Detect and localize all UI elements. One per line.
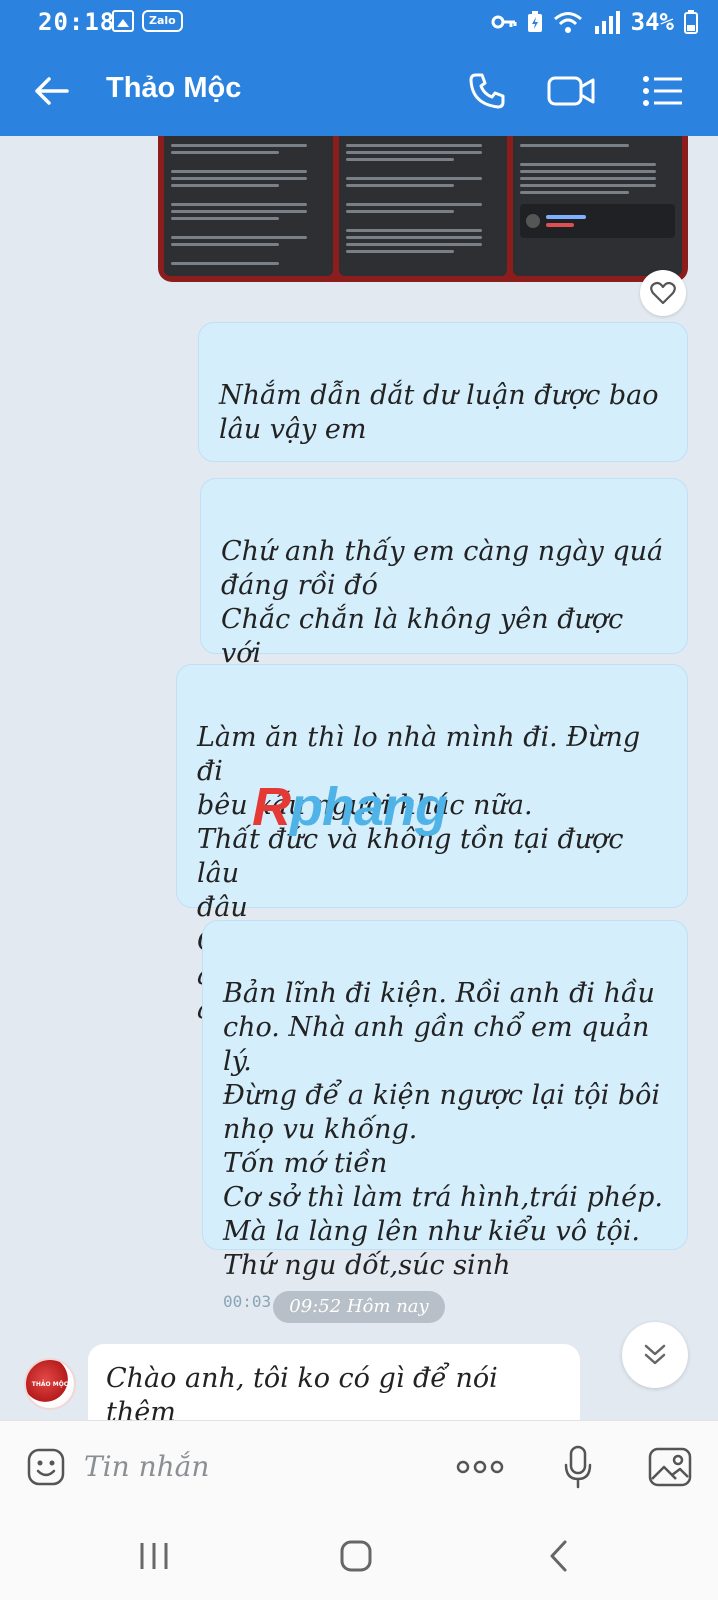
shared-screenshots[interactable] — [158, 136, 688, 282]
sticker-button[interactable] — [20, 1441, 72, 1493]
heart-icon — [650, 281, 676, 305]
double-chevron-down-icon — [644, 1344, 666, 1365]
smiley-icon — [27, 1448, 65, 1486]
system-navigation-bar — [0, 1512, 718, 1600]
message-input-bar: Tin nhắn — [0, 1420, 718, 1512]
recent-apps-icon — [140, 1543, 168, 1569]
list-menu-icon — [643, 76, 682, 106]
gallery-notification-icon — [112, 10, 134, 32]
screenshot-thumbnail[interactable] — [338, 136, 508, 276]
chat-header: Thảo Mộc — [0, 46, 718, 136]
more-dots-icon — [456, 1460, 504, 1474]
incoming-message[interactable]: Chào anh, tôi ko có gì để nói thêm — [88, 1344, 580, 1420]
screenshot-thumbnail[interactable] — [164, 136, 333, 276]
message-text: Nhắm dẫn dắt dư luận được bao lâu vậy em — [219, 380, 659, 445]
watermark-logo: Rphang — [252, 777, 448, 837]
outgoing-message[interactable]: Nhắm dẫn dắt dư luận được bao lâu vậy em — [198, 322, 688, 462]
date-divider: 09:52 Hôm nay — [273, 1291, 445, 1323]
menu-button[interactable] — [638, 66, 688, 116]
message-text: Chào anh, tôi ko có gì để nói thêm — [106, 1363, 498, 1420]
back-button[interactable] — [28, 68, 74, 114]
message-text: Bản lĩnh đi kiện. Rồi anh đi hầu cho. Nh… — [223, 978, 663, 1281]
screenshot-thumbnail[interactable] — [513, 136, 683, 276]
recent-apps-button[interactable] — [124, 1528, 184, 1584]
signal-icon — [594, 11, 620, 34]
home-icon — [340, 1540, 372, 1572]
image-icon — [648, 1447, 692, 1487]
status-time: 20:18 — [38, 8, 116, 36]
scroll-to-bottom-button[interactable] — [622, 1322, 688, 1388]
send-image-button[interactable] — [644, 1441, 696, 1493]
react-heart-button[interactable] — [640, 270, 686, 316]
message-list[interactable]: Nhắm dẫn dắt dư luận được bao lâu vậy em… — [0, 136, 718, 1420]
battery-saver-icon — [527, 11, 542, 32]
home-button[interactable] — [326, 1528, 386, 1584]
microphone-icon — [564, 1445, 592, 1489]
voice-message-button[interactable] — [552, 1441, 604, 1493]
status-bar: 20:18 Zalo 34% — [0, 0, 718, 46]
voice-call-button[interactable] — [462, 66, 512, 116]
battery-percent: 34% — [630, 8, 674, 36]
zalo-notification-icon: Zalo — [142, 10, 183, 32]
video-call-button[interactable] — [546, 66, 596, 116]
message-input[interactable]: Tin nhắn — [84, 1445, 424, 1489]
contact-name[interactable]: Thảo Mộc — [106, 72, 241, 105]
back-arrow-icon — [35, 77, 69, 105]
key-icon — [491, 15, 517, 29]
outgoing-message[interactable]: Bản lĩnh đi kiện. Rồi anh đi hầu cho. Nh… — [202, 920, 688, 1311]
battery-icon — [684, 10, 698, 34]
chevron-left-icon — [550, 1540, 567, 1572]
system-back-button[interactable] — [528, 1528, 588, 1584]
more-options-button[interactable] — [454, 1441, 506, 1493]
video-camera-icon — [547, 76, 595, 106]
contact-avatar[interactable]: THẢO MỘC — [24, 1358, 76, 1410]
outgoing-message[interactable]: Chứ anh thấy em càng ngày quá đáng rồi đ… — [200, 478, 688, 703]
phone-icon — [469, 73, 505, 109]
wifi-icon — [553, 12, 582, 33]
